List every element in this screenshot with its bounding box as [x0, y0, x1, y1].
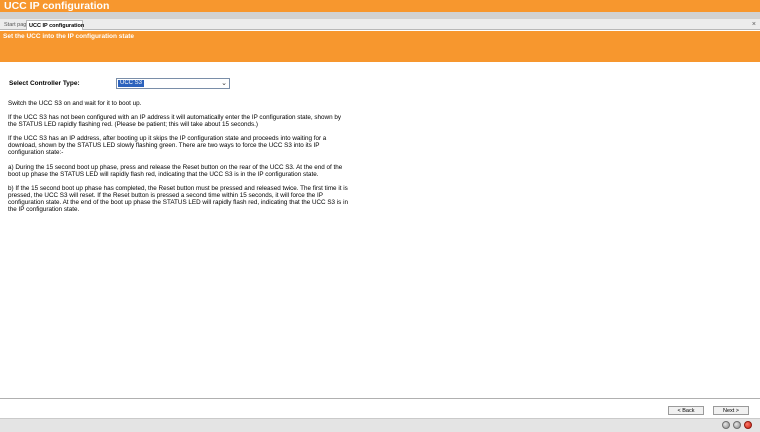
wizard-footer	[0, 398, 760, 418]
back-button[interactable]: < Back	[668, 406, 704, 415]
close-tab-icon[interactable]: ×	[752, 19, 756, 30]
window-title: UCC IP configuration	[0, 0, 760, 12]
tab-bar: Start page UCC IP configuration ×	[0, 19, 760, 30]
status-indicator-icon	[722, 421, 730, 429]
instruction-paragraph: If the UCC S3 has not been configured wi…	[8, 114, 341, 129]
main-content: Select Controller Type: UCC S3 ⌄ Switch …	[8, 78, 348, 220]
tab-ucc-ip-configuration[interactable]: UCC IP configuration	[26, 20, 84, 30]
step-title: Set the UCC into the IP configuration st…	[3, 33, 134, 40]
status-indicator-red-icon	[744, 421, 752, 429]
instruction-paragraph: If the UCC S3 has an IP address, after b…	[8, 135, 327, 157]
controller-type-select[interactable]: UCC S3 ⌄	[116, 78, 230, 89]
instruction-paragraph: b) If the 15 second boot up phase has co…	[8, 184, 348, 214]
status-bar	[0, 418, 760, 432]
controller-type-value: UCC S3	[118, 80, 145, 87]
instruction-paragraph: Switch the UCC S3 on and wait for it to …	[8, 100, 142, 107]
next-button[interactable]: Next >	[713, 406, 749, 415]
controller-type-label: Select Controller Type:	[9, 80, 80, 87]
chevron-down-icon[interactable]: ⌄	[221, 79, 227, 88]
status-indicator-icon	[733, 421, 741, 429]
instruction-paragraph: a) During the 15 second boot up phase, p…	[8, 163, 343, 178]
step-banner: Set the UCC into the IP configuration st…	[0, 31, 760, 64]
toolbar-strip	[0, 12, 760, 19]
controller-type-row: Select Controller Type: UCC S3 ⌄	[8, 78, 348, 90]
